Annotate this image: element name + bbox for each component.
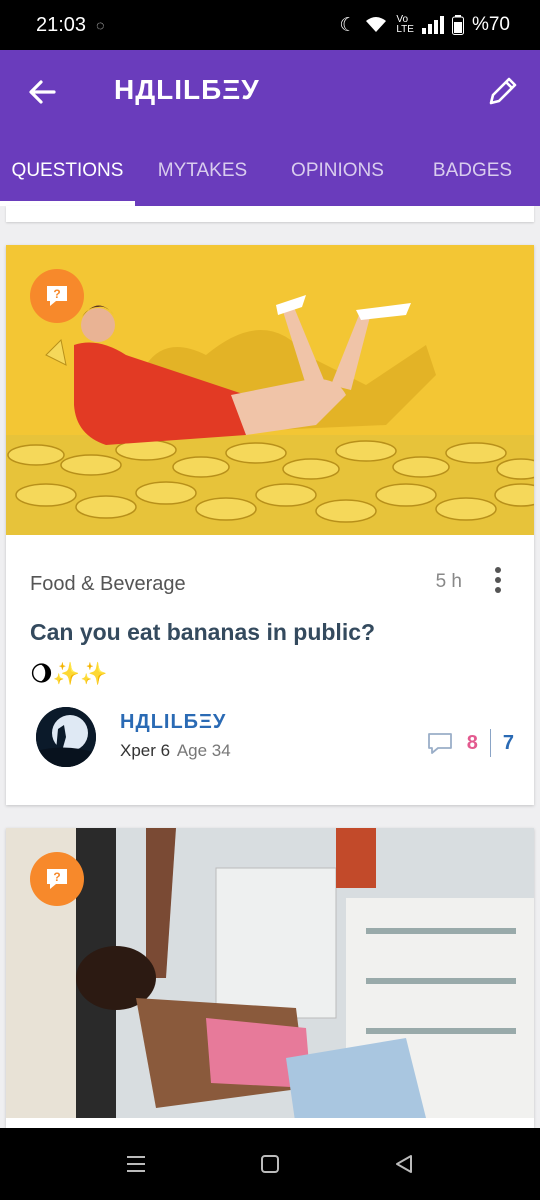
tab-bar: QUESTIONS MYTAKES OPINIONS BADGES: [0, 150, 540, 206]
tab-badges[interactable]: BADGES: [405, 150, 540, 206]
system-nav-bar: [0, 1128, 540, 1200]
author-level: Xper 6: [120, 741, 171, 760]
arrow-left-icon[interactable]: [26, 76, 58, 108]
author-info: Xper 6 Age 34: [120, 741, 231, 761]
tab-mytakes[interactable]: MYTAKES: [135, 150, 270, 206]
previous-card-edge: [6, 206, 534, 222]
author-age: Age 34: [176, 741, 231, 760]
menu-icon[interactable]: [124, 1152, 148, 1176]
post-emoji: 🌖✨✨: [30, 661, 108, 686]
volte-icon: Vo LTE: [396, 14, 414, 35]
app-bar: НДLILБΞУ QUESTIONS MYTAKES OPINIONS BADG…: [0, 50, 540, 206]
home-icon[interactable]: [258, 1152, 282, 1176]
post-time: 5 h: [435, 571, 462, 592]
battery-percent: %70: [471, 14, 510, 35]
avatar[interactable]: [36, 707, 96, 767]
status-time: 21:03: [36, 13, 87, 36]
post-stats: 8 7: [427, 729, 514, 757]
question-image: ?: [6, 245, 534, 535]
comment-count[interactable]: 8: [467, 732, 478, 755]
post-category[interactable]: Food & Beverage: [30, 573, 186, 596]
back-triangle-icon[interactable]: [392, 1152, 416, 1176]
svg-text:?: ?: [53, 287, 60, 301]
battery-icon: [451, 15, 464, 35]
question-image: ?: [6, 828, 534, 1118]
question-card[interactable]: ? Food & Beverage 5 h Can you eat banana…: [6, 245, 534, 805]
stats-divider: [489, 729, 491, 757]
question-card[interactable]: ?: [6, 828, 534, 1128]
page-title: НДLILБΞУ: [114, 74, 260, 105]
pencil-icon[interactable]: [486, 74, 520, 108]
author-name[interactable]: НДLILБΞУ: [120, 711, 226, 734]
wifi-icon: [366, 17, 387, 32]
svg-text:?: ?: [53, 870, 60, 884]
tab-questions[interactable]: QUESTIONS: [0, 150, 135, 206]
tab-opinions[interactable]: OPINIONS: [270, 150, 405, 206]
vote-count[interactable]: 7: [503, 732, 514, 755]
question-badge-icon: ?: [30, 269, 84, 323]
status-bar: 21:03 ◌ ☾ Vo LTE %70: [0, 0, 540, 50]
signal-icon: [421, 16, 444, 34]
moon-icon: ☾: [339, 14, 357, 36]
sync-icon: ◌: [96, 17, 105, 33]
comment-icon[interactable]: [427, 731, 453, 755]
question-badge-icon: ?: [30, 852, 84, 906]
post-title[interactable]: Can you eat bananas in public?: [30, 619, 375, 646]
more-vertical-icon[interactable]: [488, 565, 508, 595]
